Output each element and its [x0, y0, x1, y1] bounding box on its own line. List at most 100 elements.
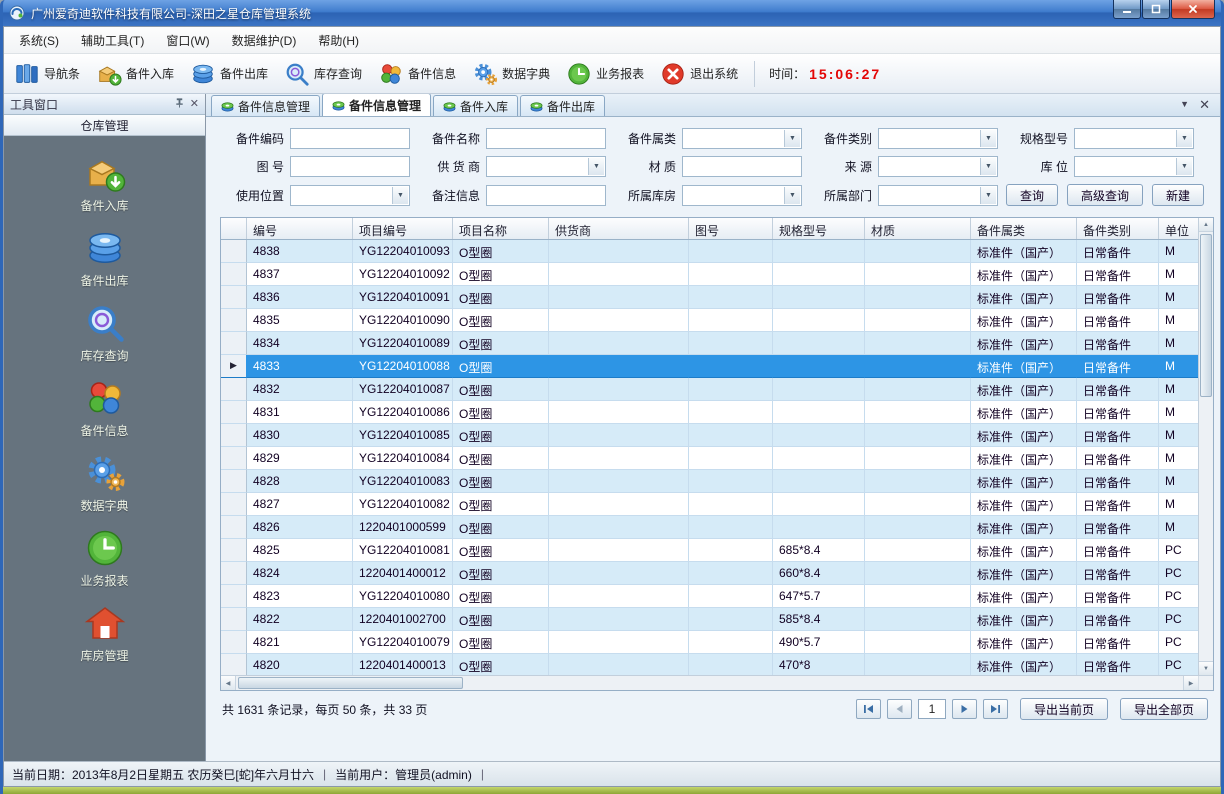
column-header-2[interactable]: 项目编号 — [353, 218, 453, 239]
menu-item-4[interactable]: 数据维护(D) — [221, 27, 308, 54]
last-page-button[interactable] — [983, 699, 1008, 719]
table-cell — [689, 608, 773, 631]
separator: | — [481, 767, 484, 781]
search-select-r3c4[interactable]: ▼ — [878, 185, 998, 206]
table-row[interactable]: 4830YG12204010085O型圈标准件（国产）日常备件M — [221, 424, 1198, 447]
vertical-scroll-thumb[interactable] — [1200, 234, 1212, 397]
search-select-r3c1[interactable]: ▼ — [290, 185, 410, 206]
table-cell — [865, 240, 971, 263]
search-select-r2c4[interactable]: ▼ — [878, 156, 998, 177]
export-all-pages-button[interactable]: 导出全部页 — [1120, 698, 1208, 720]
sidebar-item-stock-search[interactable]: 库存查询 — [4, 302, 205, 364]
minimize-button[interactable] — [1113, 0, 1141, 19]
menu-item-2[interactable]: 辅助工具(T) — [70, 27, 155, 54]
column-header-7[interactable]: 材质 — [865, 218, 971, 239]
search-select-r3c3[interactable]: ▼ — [682, 185, 802, 206]
toolbar-button-exit-system[interactable]: 退出系统 — [660, 61, 738, 87]
table-cell — [865, 424, 971, 447]
horizontal-scroll-thumb[interactable] — [238, 677, 463, 689]
search-input-r3c2[interactable] — [486, 185, 606, 206]
table-row[interactable]: 48261220401000599O型圈标准件（国产）日常备件M — [221, 516, 1198, 539]
query-button[interactable]: 查询 — [1006, 184, 1058, 206]
table-row[interactable]: 48201220401400013O型圈470*8标准件（国产）日常备件PC — [221, 654, 1198, 675]
tab-4[interactable]: 备件出库 — [520, 95, 605, 116]
search-input-r2c1[interactable] — [290, 156, 410, 177]
column-header-5[interactable]: 图号 — [689, 218, 773, 239]
table-row[interactable]: 4838YG12204010093O型圈标准件（国产）日常备件M — [221, 240, 1198, 263]
tab-3[interactable]: 备件入库 — [433, 95, 518, 116]
column-header-6[interactable]: 规格型号 — [773, 218, 865, 239]
toolbar-button-stock-search[interactable]: 库存查询 — [284, 61, 362, 87]
table-row[interactable]: 4825YG12204010081O型圈685*8.4标准件（国产）日常备件PC — [221, 539, 1198, 562]
toolbar-button-navbar[interactable]: 导航条 — [14, 61, 80, 87]
first-page-button[interactable] — [856, 699, 881, 719]
sidebar-item-parts-info[interactable]: 备件信息 — [4, 377, 205, 439]
sidebar-item-parts-inbound[interactable]: 备件入库 — [4, 152, 205, 214]
table-row-selected[interactable]: ▶4833YG12204010088O型圈标准件（国产）日常备件M — [221, 355, 1198, 378]
scroll-left-icon[interactable]: ◀ — [221, 676, 236, 690]
table-row[interactable]: 4835YG12204010090O型圈标准件（国产）日常备件M — [221, 309, 1198, 332]
table-row[interactable]: 4831YG12204010086O型圈标准件（国产）日常备件M — [221, 401, 1198, 424]
sidebar-item-warehouse-manage[interactable]: 库房管理 — [4, 602, 205, 664]
tab-1[interactable]: 备件信息管理 — [211, 95, 320, 116]
search-select-r2c5[interactable]: ▼ — [1074, 156, 1194, 177]
export-current-page-button[interactable]: 导出当前页 — [1020, 698, 1108, 720]
toolbar-button-parts-inbound[interactable]: 备件入库 — [96, 61, 174, 87]
menu-item-5[interactable]: 帮助(H) — [307, 27, 370, 54]
new-button[interactable]: 新建 — [1152, 184, 1204, 206]
toolbar-button-business-report[interactable]: 业务报表 — [566, 61, 644, 87]
horizontal-scrollbar[interactable]: ◀ ▶ — [221, 676, 1198, 690]
scroll-right-icon[interactable]: ▶ — [1183, 676, 1198, 690]
next-page-button[interactable] — [952, 699, 977, 719]
pin-icon[interactable] — [174, 97, 185, 111]
maximize-button[interactable] — [1142, 0, 1170, 19]
tab-close-icon[interactable]: ✕ — [1199, 98, 1210, 111]
toolbar-button-parts-outbound[interactable]: 备件出库 — [190, 61, 268, 87]
table-row[interactable]: 4837YG12204010092O型圈标准件（国产）日常备件M — [221, 263, 1198, 286]
table-row[interactable]: 48241220401400012O型圈660*8.4标准件（国产）日常备件PC — [221, 562, 1198, 585]
scroll-down-icon[interactable]: ▼ — [1199, 661, 1213, 675]
menu-item-3[interactable]: 窗口(W) — [155, 27, 220, 54]
sidebar-item-parts-outbound[interactable]: 备件出库 — [4, 227, 205, 289]
panel-close-icon[interactable]: ✕ — [190, 99, 199, 110]
table-row[interactable]: 48221220401002700O型圈585*8.4标准件（国产）日常备件PC — [221, 608, 1198, 631]
table-row[interactable]: 4823YG12204010080O型圈647*5.7标准件（国产）日常备件PC — [221, 585, 1198, 608]
sidebar-item-business-report[interactable]: 业务报表 — [4, 527, 205, 589]
search-select-r1c5[interactable]: ▼ — [1074, 128, 1194, 149]
vertical-scrollbar[interactable]: ▲ ▼ — [1198, 218, 1213, 675]
toolbar-button-data-dictionary[interactable]: 数据字典 — [472, 61, 550, 87]
search-row-2: 图 号供 货 商▼材 质来 源▼库 位▼ — [222, 156, 1210, 177]
column-header-1[interactable]: 编号 — [247, 218, 353, 239]
search-select-r1c4[interactable]: ▼ — [878, 128, 998, 149]
vertical-scroll-track[interactable] — [1199, 232, 1213, 661]
table-row[interactable]: 4834YG12204010089O型圈标准件（国产）日常备件M — [221, 332, 1198, 355]
search-input-r1c1[interactable] — [290, 128, 410, 149]
sidebar-item-data-dictionary[interactable]: 数据字典 — [4, 452, 205, 514]
table-row[interactable]: 4828YG12204010083O型圈标准件（国产）日常备件M — [221, 470, 1198, 493]
table-row[interactable]: 4836YG12204010091O型圈标准件（国产）日常备件M — [221, 286, 1198, 309]
search-input-r1c2[interactable] — [486, 128, 606, 149]
column-header-10[interactable]: 单位 — [1159, 218, 1198, 239]
prev-page-button[interactable] — [887, 699, 912, 719]
toolbar-button-parts-info[interactable]: 备件信息 — [378, 61, 456, 87]
tab-list-dropdown-icon[interactable]: ▼ — [1180, 100, 1189, 109]
search-select-r2c2[interactable]: ▼ — [486, 156, 606, 177]
close-button[interactable] — [1171, 0, 1215, 19]
page-number-input[interactable]: 1 — [918, 699, 946, 719]
advanced-query-button[interactable]: 高级查询 — [1067, 184, 1143, 206]
column-header-9[interactable]: 备件类别 — [1077, 218, 1159, 239]
tab-2[interactable]: 备件信息管理 — [322, 94, 431, 116]
table-row[interactable]: 4827YG12204010082O型圈标准件（国产）日常备件M — [221, 493, 1198, 516]
menu-item-1[interactable]: 系统(S) — [8, 27, 70, 54]
column-header-4[interactable]: 供货商 — [549, 218, 689, 239]
table-row[interactable]: 4829YG12204010084O型圈标准件（国产）日常备件M — [221, 447, 1198, 470]
toolbar-button-label: 备件信息 — [408, 65, 456, 82]
search-select-r1c3[interactable]: ▼ — [682, 128, 802, 149]
column-header-3[interactable]: 项目名称 — [453, 218, 549, 239]
scroll-up-icon[interactable]: ▲ — [1199, 218, 1213, 232]
search-input-r2c3[interactable] — [682, 156, 802, 177]
column-header-8[interactable]: 备件属类 — [971, 218, 1077, 239]
table-row[interactable]: 4821YG12204010079O型圈490*5.7标准件（国产）日常备件PC — [221, 631, 1198, 654]
horizontal-scroll-track[interactable] — [236, 676, 1183, 690]
table-row[interactable]: 4832YG12204010087O型圈标准件（国产）日常备件M — [221, 378, 1198, 401]
